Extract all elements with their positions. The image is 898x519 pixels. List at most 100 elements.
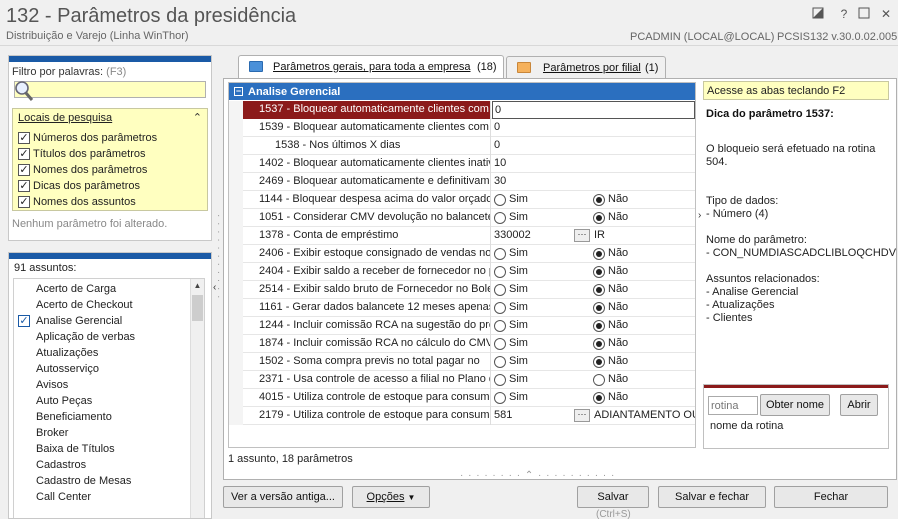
subject-item[interactable]: Auto Peças [14, 393, 184, 409]
scroll-up-icon[interactable]: ▲ [193, 281, 202, 290]
param-name[interactable]: 1874 - Incluir comissão RCA no cálculo d… [243, 335, 491, 353]
radio-no[interactable] [593, 284, 605, 296]
search-option[interactable]: ✓ Dicas dos parâmetros [18, 178, 140, 194]
radio-yes[interactable] [494, 374, 506, 386]
param-row[interactable]: 2371 - Usa controle de acesso a filial n… [229, 371, 695, 389]
param-row[interactable]: 1538 - Nos últimos X dias 0 [229, 137, 695, 155]
radio-no[interactable] [593, 248, 605, 260]
param-value[interactable]: Sim Não [492, 299, 695, 317]
param-row[interactable]: 1051 - Considerar CMV devolução no balan… [229, 209, 695, 227]
radio-no[interactable] [593, 338, 605, 350]
lookup-button[interactable]: ··· [574, 409, 590, 422]
param-row[interactable]: 1537 - Bloquear automaticamente clientes… [229, 101, 695, 119]
checkbox-icon[interactable]: ✓ [18, 196, 30, 208]
radio-no[interactable] [593, 374, 605, 386]
param-value[interactable]: 0 [492, 101, 695, 119]
radio-no[interactable] [593, 392, 605, 404]
param-row[interactable]: 1539 - Bloquear automaticamente clientes… [229, 119, 695, 137]
horizontal-splitter[interactable]: · · · · · · · · ⌃ · · · · · · · · · · [460, 470, 615, 481]
vertical-splitter[interactable]: · · · · · · · · · · · ‹ [213, 214, 224, 354]
param-name[interactable]: 2404 - Exibir saldo a receber de fornece… [243, 263, 491, 281]
param-name[interactable]: 1051 - Considerar CMV devolução no balan… [243, 209, 491, 227]
param-value[interactable]: 330002 ··· IR [492, 227, 695, 245]
radio-no[interactable] [593, 212, 605, 224]
subject-item[interactable]: ✓ Analise Gerencial [14, 313, 184, 329]
checkbox-icon[interactable]: ✓ [18, 132, 30, 144]
subjects-list[interactable]: Acerto de Carga Acerto de Checkout ✓ Anal… [13, 278, 205, 518]
subject-item[interactable]: Beneficiamento [14, 409, 184, 425]
radio-yes[interactable] [494, 320, 506, 332]
param-value-text[interactable]: 0 [492, 139, 500, 151]
param-value[interactable]: 0 [492, 119, 695, 137]
param-value[interactable]: Sim Não [492, 263, 695, 281]
checkbox-icon[interactable]: ✓ [18, 164, 30, 176]
param-row[interactable]: 1378 - Conta de empréstimo 330002 ··· IR [229, 227, 695, 245]
param-name[interactable]: 1402 - Bloquear automaticamente clientes… [243, 155, 491, 173]
radio-yes[interactable] [494, 284, 506, 296]
filter-input[interactable] [14, 81, 206, 98]
rotina-input[interactable] [708, 396, 758, 415]
subjects-scrollbar[interactable]: ▲ [190, 279, 204, 518]
param-value[interactable]: Sim Não [492, 389, 695, 407]
param-value[interactable]: Sim Não [492, 209, 695, 227]
param-value[interactable]: 30 [492, 173, 695, 191]
scroll-thumb[interactable] [192, 295, 203, 321]
param-value-text[interactable]: 30 [492, 175, 506, 187]
param-value[interactable]: Sim Não [492, 317, 695, 335]
param-row[interactable]: 2469 - Bloquear automaticamente e defini… [229, 173, 695, 191]
maximize-icon[interactable] [856, 7, 872, 21]
group-header[interactable]: − Analise Gerencial [229, 83, 695, 100]
param-name[interactable]: 2469 - Bloquear automaticamente e defini… [243, 173, 491, 191]
param-row[interactable]: 2406 - Exibir estoque consignado de vend… [229, 245, 695, 263]
param-row[interactable]: 1144 - Bloquear despesa acima do valor o… [229, 191, 695, 209]
param-value[interactable]: Sim Não [492, 371, 695, 389]
param-value[interactable]: 0 [492, 137, 695, 155]
param-name[interactable]: 1244 - Incluir comissão RCA na sugestão … [243, 317, 491, 335]
radio-yes[interactable] [494, 212, 506, 224]
search-option[interactable]: ✓ Nomes dos assuntos [18, 194, 136, 210]
param-row[interactable]: 2514 - Exibir saldo bruto de Fornecedor … [229, 281, 695, 299]
subject-item[interactable]: Cadastros [14, 457, 184, 473]
collapse-group-icon[interactable]: − [234, 87, 243, 96]
param-value[interactable]: Sim Não [492, 281, 695, 299]
param-value-text[interactable]: 0 [493, 104, 501, 116]
search-option[interactable]: ✓ Números dos parâmetros [18, 130, 157, 146]
radio-yes[interactable] [494, 194, 506, 206]
search-option[interactable]: ✓ Títulos dos parâmetros [18, 146, 146, 162]
checkbox-icon[interactable]: ✓ [18, 148, 30, 160]
save-close-button[interactable]: Salvar e fechar [658, 486, 766, 508]
radio-yes[interactable] [494, 266, 506, 278]
radio-no[interactable] [593, 302, 605, 314]
param-name[interactable]: 1161 - Gerar dados balancete 12 meses ap… [243, 299, 491, 317]
param-value[interactable]: 10 [492, 155, 695, 173]
radio-yes[interactable] [494, 302, 506, 314]
param-value[interactable]: Sim Não [492, 353, 695, 371]
subject-item[interactable]: Avisos [14, 377, 184, 393]
close-button[interactable]: Fechar [774, 486, 888, 508]
radio-yes[interactable] [494, 248, 506, 260]
param-name[interactable]: 1144 - Bloquear despesa acima do valor o… [243, 191, 491, 209]
param-value[interactable]: Sim Não [492, 245, 695, 263]
subject-item[interactable]: Call Center [14, 489, 184, 505]
param-name[interactable]: 2179 - Utiliza controle de estoque para … [243, 407, 491, 425]
param-value-text[interactable]: 0 [492, 121, 500, 133]
tab-branch-params[interactable]: Parâmetros por filial (1) [506, 56, 666, 78]
subject-item[interactable]: Baixa de Títulos [14, 441, 184, 457]
close-icon[interactable]: ✕ [878, 7, 894, 21]
subject-item[interactable]: Cadastro de Mesas [14, 473, 184, 489]
param-name[interactable]: 1539 - Bloquear automaticamente clientes… [243, 119, 491, 137]
radio-no[interactable] [593, 320, 605, 332]
search-option[interactable]: ✓ Nomes dos parâmetros [18, 162, 147, 178]
param-row[interactable]: 1244 - Incluir comissão RCA na sugestão … [229, 317, 695, 335]
radio-no[interactable] [593, 194, 605, 206]
open-button[interactable]: Abrir [840, 394, 878, 416]
param-row[interactable]: 1161 - Gerar dados balancete 12 meses ap… [229, 299, 695, 317]
param-name[interactable]: 1502 - Soma compra previs no total pagar… [243, 353, 491, 371]
restore-icon[interactable] [810, 7, 826, 21]
param-row[interactable]: 4015 - Utiliza controle de estoque para … [229, 389, 695, 407]
param-name[interactable]: 2406 - Exibir estoque consignado de vend… [243, 245, 491, 263]
param-value[interactable]: Sim Não [492, 191, 695, 209]
subject-item[interactable]: Atualizações [14, 345, 184, 361]
lookup-code[interactable]: 330002 [492, 229, 531, 241]
subject-item[interactable]: Acerto de Carga [14, 281, 184, 297]
